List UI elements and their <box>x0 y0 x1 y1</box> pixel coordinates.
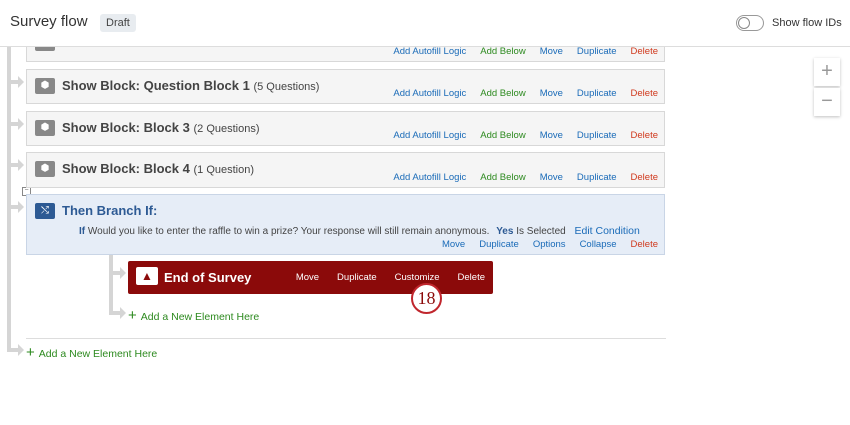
condition-operator: Is Selected <box>516 226 566 237</box>
branch-block: ⤭ Then Branch If: If Would you like to e… <box>26 194 665 255</box>
move-link[interactable]: Move <box>540 172 563 183</box>
branch-icon: ⤭ <box>35 203 55 219</box>
flow-arrow <box>7 76 24 88</box>
step-number-badge: 18 <box>411 283 442 314</box>
options-link[interactable]: Options <box>533 239 566 250</box>
if-label: If <box>79 226 86 237</box>
delete-link[interactable]: Delete <box>631 46 658 57</box>
block-title: Show Block: Block 3 <box>62 120 190 135</box>
show-flow-ids-toggle[interactable] <box>736 15 764 31</box>
duplicate-link[interactable]: Duplicate <box>577 88 617 99</box>
move-link[interactable]: Move <box>540 130 563 141</box>
zoom-out-button[interactable]: − <box>814 88 840 116</box>
collapse-link[interactable]: Collapse <box>580 239 617 250</box>
divider <box>26 338 666 339</box>
delete-link[interactable]: Delete <box>458 272 485 283</box>
add-autofill-logic-link[interactable]: Add Autofill Logic <box>393 88 466 99</box>
warning-icon: ▲ <box>136 267 158 285</box>
plus-icon: + <box>128 307 137 324</box>
flow-block: ⬢ Show Block: Question Block 1 (5 Questi… <box>26 69 665 104</box>
branch-flow-line <box>109 255 113 313</box>
zoom-in-button[interactable]: + <box>814 58 840 86</box>
duplicate-link[interactable]: Duplicate <box>479 239 519 250</box>
add-element-label: Add a New Element Here <box>140 311 260 323</box>
block-icon: ⬢ <box>35 78 55 94</box>
flow-line <box>7 47 11 350</box>
delete-link[interactable]: Delete <box>631 239 658 250</box>
customize-link[interactable]: Customize <box>395 272 440 283</box>
branch-condition: If Would you like to enter the raffle to… <box>79 225 640 237</box>
move-link[interactable]: Move <box>540 46 563 57</box>
move-link[interactable]: Move <box>296 272 319 283</box>
add-below-link[interactable]: Add Below <box>480 172 525 183</box>
duplicate-link[interactable]: Duplicate <box>337 272 377 283</box>
block-count: (2 Questions) <box>193 123 260 135</box>
branch-title: Then Branch If: <box>62 203 158 218</box>
flow-arrow <box>109 267 126 279</box>
block-count: (1 Question) <box>193 164 255 176</box>
add-autofill-logic-link[interactable]: Add Autofill Logic <box>393 130 466 141</box>
flow-block: ⬢ Show Block: Block 3 (2 Questions) Add … <box>26 111 665 146</box>
block-icon: ⬢ <box>35 161 55 177</box>
duplicate-link[interactable]: Duplicate <box>577 130 617 141</box>
duplicate-link[interactable]: Duplicate <box>577 46 617 57</box>
block-title: Show Block: Block 4 <box>62 161 190 176</box>
plus-icon: + <box>26 344 35 361</box>
block-title: Show Block: Question Block 1 <box>62 78 250 93</box>
flow-arrow <box>7 201 24 213</box>
delete-link[interactable]: Delete <box>631 172 658 183</box>
add-below-link[interactable]: Add Below <box>480 88 525 99</box>
add-autofill-logic-link[interactable]: Add Autofill Logic <box>393 46 466 57</box>
flow-arrow <box>7 344 24 356</box>
flow-arrow <box>7 118 24 130</box>
flow-block: ⬢ Show Block: Block 4 (1 Question) Add A… <box>26 152 665 188</box>
status-badge: Draft <box>100 14 136 32</box>
move-link[interactable]: Move <box>540 88 563 99</box>
duplicate-link[interactable]: Duplicate <box>577 172 617 183</box>
show-flow-ids-label: Show flow IDs <box>772 17 842 29</box>
add-element-link-branch[interactable]: + Add a New Element Here <box>128 307 259 324</box>
add-element-link[interactable]: + Add a New Element Here <box>26 344 157 361</box>
add-element-label: Add a New Element Here <box>38 348 158 360</box>
add-below-link[interactable]: Add Below <box>480 46 525 57</box>
add-below-link[interactable]: Add Below <box>480 130 525 141</box>
condition-answer: Yes <box>496 226 514 237</box>
page-title: Survey flow <box>10 13 88 30</box>
move-link[interactable]: Move <box>442 239 465 250</box>
block-icon: ⬢ <box>35 120 55 136</box>
flow-arrow <box>7 159 24 171</box>
header: Survey flow Draft Show flow IDs <box>0 0 850 47</box>
condition-question: Would you like to enter the raffle to wi… <box>87 226 490 237</box>
flow-arrow <box>109 307 126 319</box>
delete-link[interactable]: Delete <box>631 88 658 99</box>
delete-link[interactable]: Delete <box>631 130 658 141</box>
edit-condition-link[interactable]: Edit Condition <box>574 225 639 237</box>
end-of-survey-title: End of Survey <box>164 270 252 285</box>
add-autofill-logic-link[interactable]: Add Autofill Logic <box>393 172 466 183</box>
block-count: (5 Questions) <box>253 81 320 93</box>
